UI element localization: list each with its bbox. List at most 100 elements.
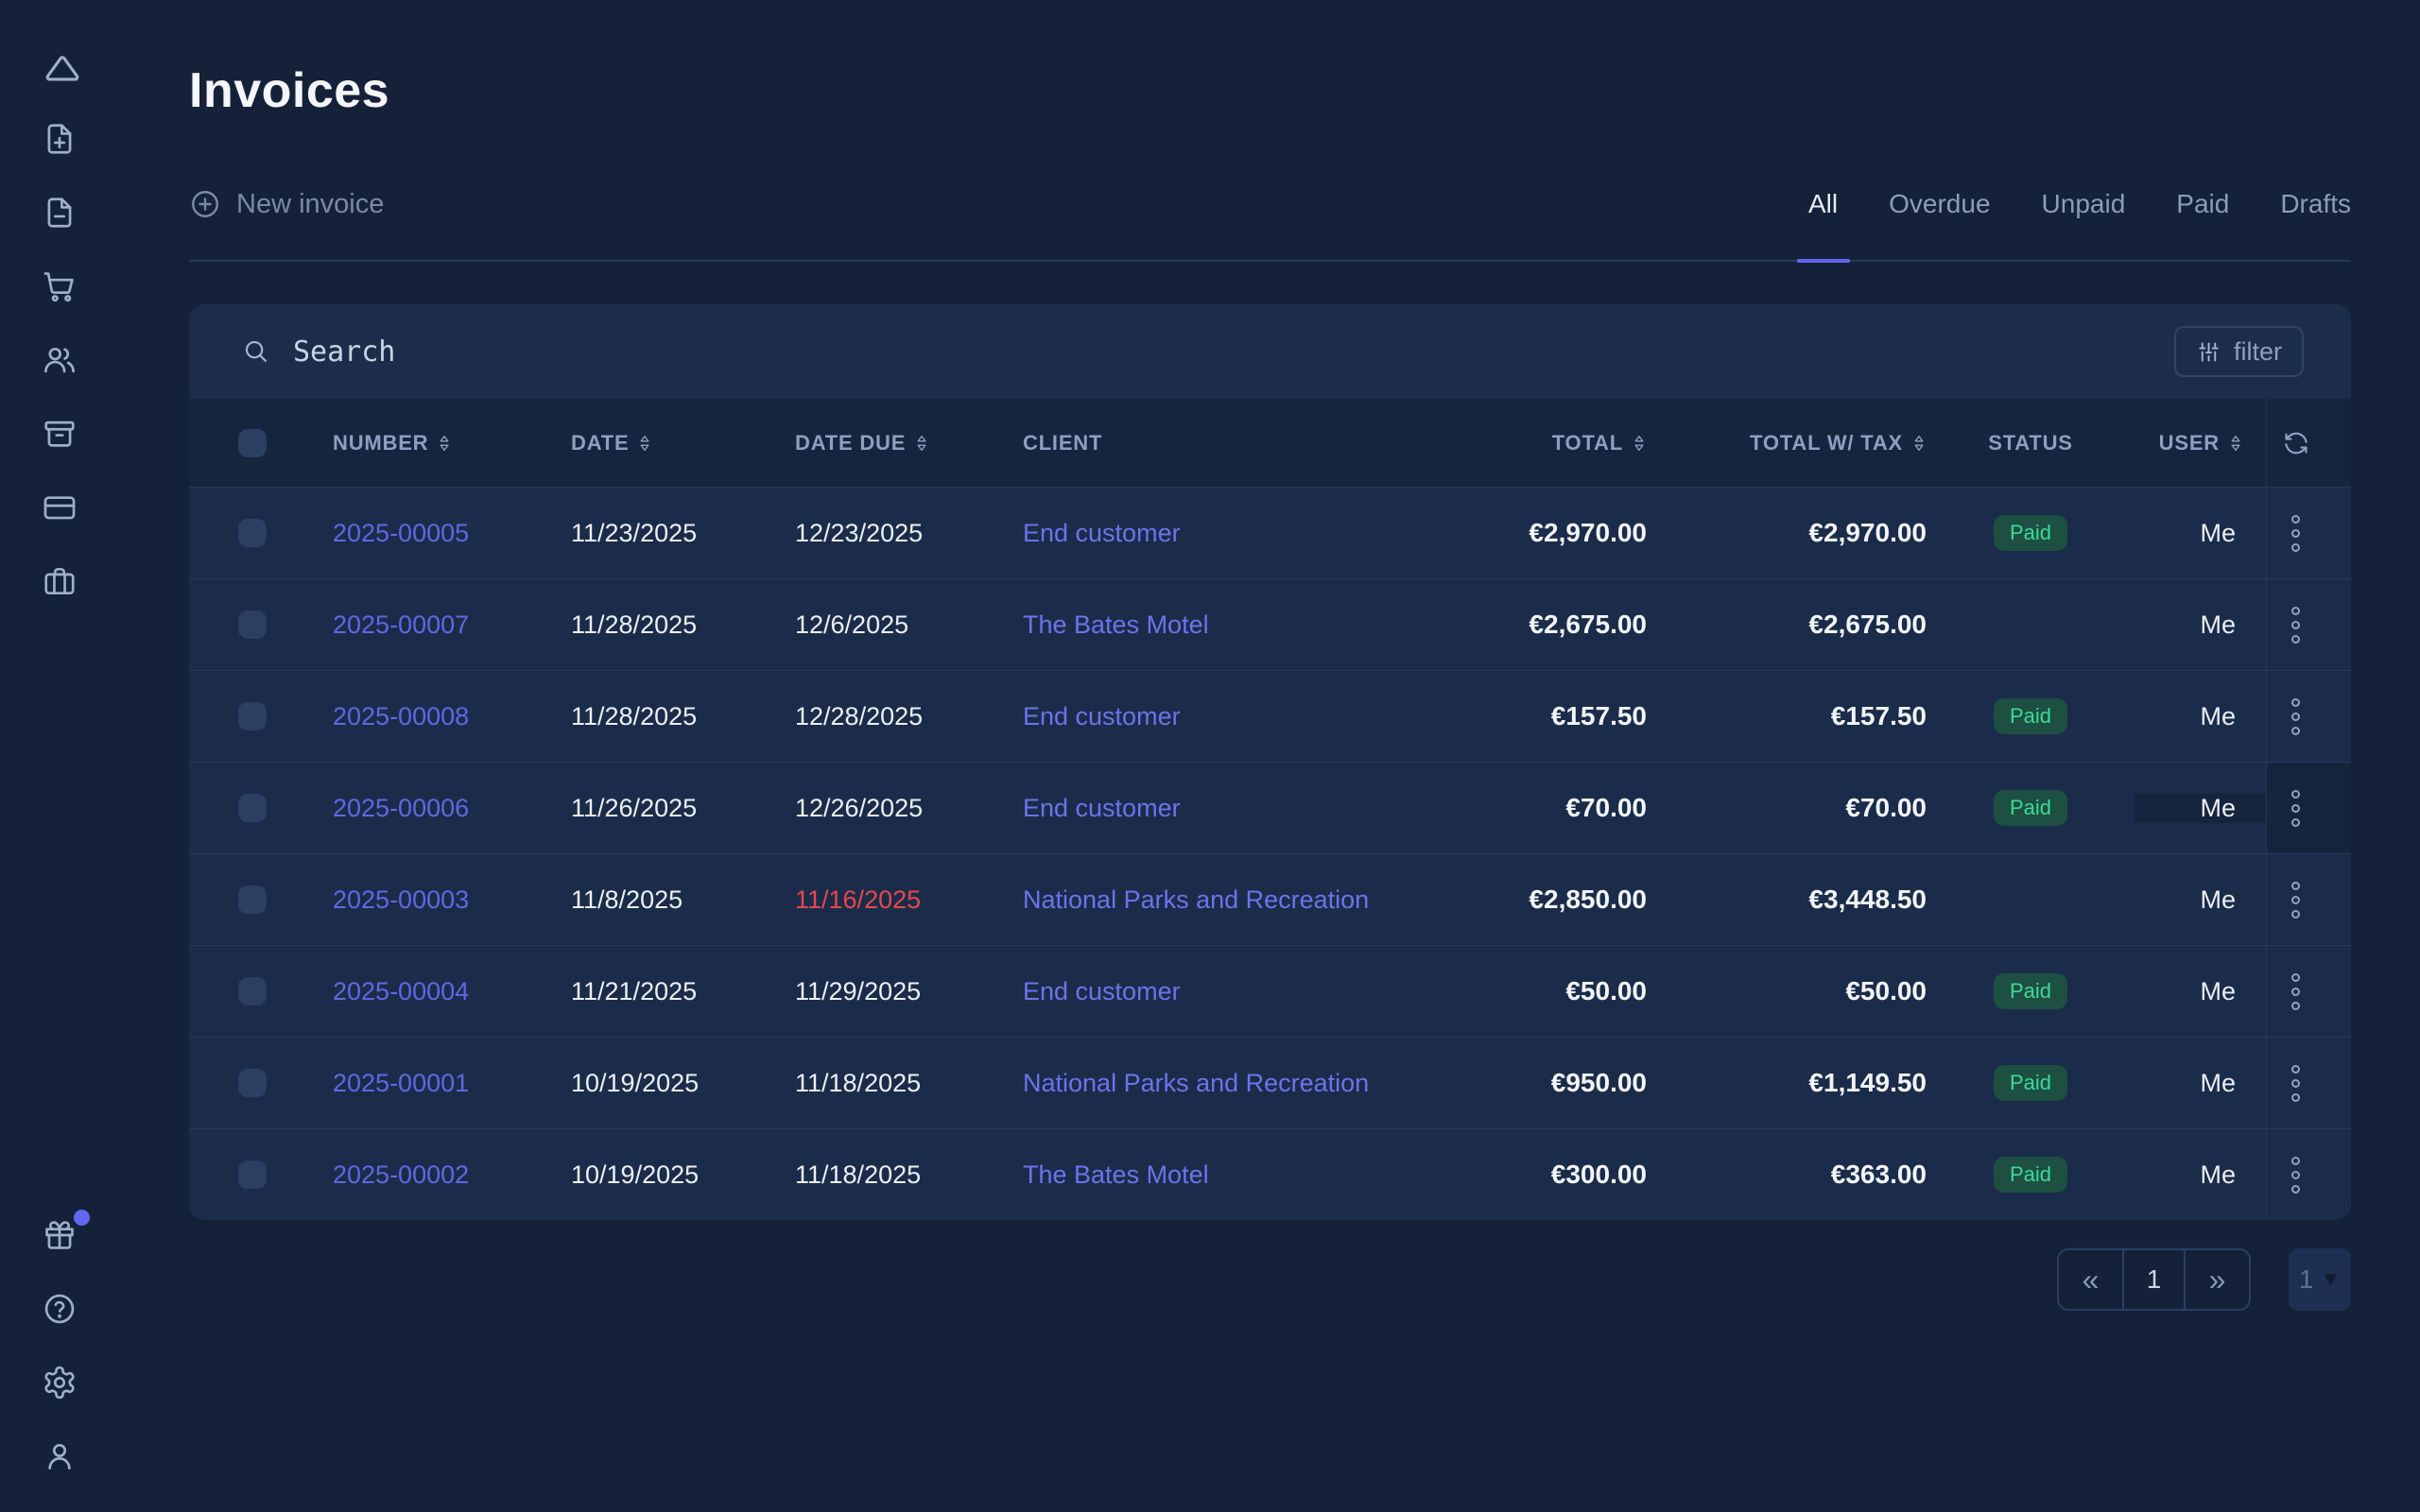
column-label: STATUS bbox=[1988, 431, 2073, 455]
sidebar-item-briefcase[interactable] bbox=[39, 563, 80, 599]
user-label: Me bbox=[2200, 1069, 2236, 1098]
client-link[interactable]: End customer bbox=[1023, 519, 1181, 548]
invoice-number-link[interactable]: 2025-00001 bbox=[333, 1069, 469, 1098]
invoice-number-link[interactable]: 2025-00002 bbox=[333, 1160, 469, 1190]
column-header-date_due[interactable]: DATE DUE bbox=[795, 431, 1023, 455]
row-menu-button[interactable] bbox=[2286, 876, 2306, 924]
client-link[interactable]: The Bates Motel bbox=[1023, 610, 1209, 640]
sidebar-item-user[interactable] bbox=[39, 1438, 80, 1474]
sidebar-item-help-circle[interactable] bbox=[39, 1291, 80, 1327]
refresh-button[interactable] bbox=[2282, 429, 2310, 457]
column-header-total_tax[interactable]: TOTAL W/ TAX bbox=[1647, 431, 1927, 455]
tab-overdue[interactable]: Overdue bbox=[1863, 189, 2015, 219]
row-select-cell bbox=[238, 794, 333, 822]
logo-triangle-icon bbox=[42, 47, 78, 83]
user-label: Me bbox=[2200, 977, 2236, 1006]
tab-label: Overdue bbox=[1889, 189, 1990, 218]
total-with-tax-amount: €70.00 bbox=[1845, 793, 1927, 823]
sort-icon bbox=[437, 434, 452, 453]
total-cell: €157.50 bbox=[1467, 701, 1647, 731]
status-cell: Paid bbox=[1927, 698, 2135, 734]
column-header-user[interactable]: USER bbox=[2135, 431, 2266, 455]
sidebar-item-credit-card[interactable] bbox=[39, 490, 80, 525]
row-menu-button[interactable] bbox=[2286, 968, 2306, 1016]
invoice-number-link[interactable]: 2025-00007 bbox=[333, 610, 469, 640]
invoice-number-link[interactable]: 2025-00006 bbox=[333, 794, 469, 823]
column-header-status: STATUS bbox=[1927, 431, 2135, 455]
column-header-total[interactable]: TOTAL bbox=[1467, 431, 1647, 455]
new-invoice-label: New invoice bbox=[236, 189, 384, 220]
filter-label: filter bbox=[2234, 337, 2282, 367]
sidebar-item-settings[interactable] bbox=[39, 1365, 80, 1400]
sidebar-item-gift[interactable] bbox=[39, 1217, 80, 1253]
client-cell: End customer bbox=[1023, 702, 1467, 731]
search-input[interactable] bbox=[293, 335, 1144, 369]
select-all-checkbox[interactable] bbox=[238, 429, 267, 457]
invoice-number-link[interactable]: 2025-00008 bbox=[333, 702, 469, 731]
invoice-due-date: 11/18/2025 bbox=[795, 1160, 921, 1190]
next-page-button[interactable]: » bbox=[2186, 1250, 2249, 1309]
total-amount: €50.00 bbox=[1565, 976, 1647, 1006]
column-header-date[interactable]: DATE bbox=[571, 431, 795, 455]
row-actions-cell bbox=[2266, 671, 2351, 762]
credit-card-icon bbox=[42, 490, 78, 525]
invoice-date-cell: 11/21/2025 bbox=[571, 977, 795, 1006]
client-link[interactable]: National Parks and Recreation bbox=[1023, 885, 1369, 915]
total-with-tax-cell: €1,149.50 bbox=[1647, 1068, 1927, 1098]
user-cell: Me bbox=[2135, 794, 2266, 823]
tab-drafts[interactable]: Drafts bbox=[2255, 189, 2351, 219]
column-header-number[interactable]: NUMBER bbox=[333, 431, 571, 455]
new-invoice-button[interactable]: New invoice bbox=[189, 188, 384, 220]
help-circle-icon bbox=[42, 1291, 78, 1327]
row-checkbox[interactable] bbox=[238, 977, 267, 1005]
row-menu-button[interactable] bbox=[2286, 509, 2306, 558]
row-menu-button[interactable] bbox=[2286, 784, 2306, 833]
client-link[interactable]: End customer bbox=[1023, 977, 1181, 1006]
client-link[interactable]: National Parks and Recreation bbox=[1023, 1069, 1369, 1098]
sidebar-item-file-plus[interactable] bbox=[39, 121, 80, 157]
row-checkbox[interactable] bbox=[238, 519, 267, 547]
row-checkbox[interactable] bbox=[238, 1160, 267, 1189]
user-label: Me bbox=[2200, 1160, 2236, 1190]
row-checkbox[interactable] bbox=[238, 702, 267, 730]
status-badge: Paid bbox=[1994, 515, 2067, 551]
page-size-select[interactable]: 1 ▼ bbox=[2289, 1248, 2351, 1311]
table-row: 2025-00004 11/21/2025 11/29/2025 End cus… bbox=[189, 945, 2351, 1037]
row-menu-button[interactable] bbox=[2286, 693, 2306, 741]
total-amount: €2,850.00 bbox=[1529, 885, 1647, 915]
tab-all[interactable]: All bbox=[1783, 189, 1863, 219]
row-checkbox[interactable] bbox=[238, 794, 267, 822]
invoice-table-panel: filter NUMBERDATEDATE DUECLIENTTOTALTOTA… bbox=[189, 304, 2351, 1220]
sidebar-item-archive[interactable] bbox=[39, 416, 80, 452]
column-label: TOTAL W/ TAX bbox=[1750, 431, 1903, 455]
invoice-number-link[interactable]: 2025-00005 bbox=[333, 519, 469, 548]
filter-button[interactable]: filter bbox=[2174, 326, 2304, 377]
sidebar-item-shopping-cart[interactable] bbox=[39, 268, 80, 304]
file-plus-icon bbox=[42, 121, 78, 157]
total-amount: €70.00 bbox=[1565, 793, 1647, 823]
table-row: 2025-00001 10/19/2025 11/18/2025 Nationa… bbox=[189, 1037, 2351, 1128]
invoice-number-link[interactable]: 2025-00004 bbox=[333, 977, 469, 1006]
row-checkbox[interactable] bbox=[238, 610, 267, 639]
tab-paid[interactable]: Paid bbox=[2151, 189, 2255, 219]
row-menu-button[interactable] bbox=[2286, 1151, 2306, 1199]
status-cell: Paid bbox=[1927, 1157, 2135, 1193]
filter-sliders-icon bbox=[2196, 339, 2221, 365]
row-menu-button[interactable] bbox=[2286, 1059, 2306, 1108]
client-link[interactable]: The Bates Motel bbox=[1023, 1160, 1209, 1190]
user-cell: Me bbox=[2135, 702, 2266, 731]
row-checkbox[interactable] bbox=[238, 885, 267, 914]
sidebar-item-file-minus[interactable] bbox=[39, 195, 80, 231]
sidebar-item-users[interactable] bbox=[39, 342, 80, 378]
client-link[interactable]: End customer bbox=[1023, 794, 1181, 823]
tab-unpaid[interactable]: Unpaid bbox=[2016, 189, 2152, 219]
row-checkbox[interactable] bbox=[238, 1069, 267, 1097]
total-amount: €157.50 bbox=[1551, 701, 1647, 731]
invoice-number-link[interactable]: 2025-00003 bbox=[333, 885, 469, 915]
sidebar-item-logo-triangle[interactable] bbox=[39, 47, 80, 83]
current-page: 1 bbox=[2122, 1250, 2186, 1309]
client-link[interactable]: End customer bbox=[1023, 702, 1181, 731]
shopping-cart-icon bbox=[42, 268, 78, 304]
row-menu-button[interactable] bbox=[2286, 601, 2306, 649]
prev-page-button[interactable]: « bbox=[2059, 1250, 2122, 1309]
